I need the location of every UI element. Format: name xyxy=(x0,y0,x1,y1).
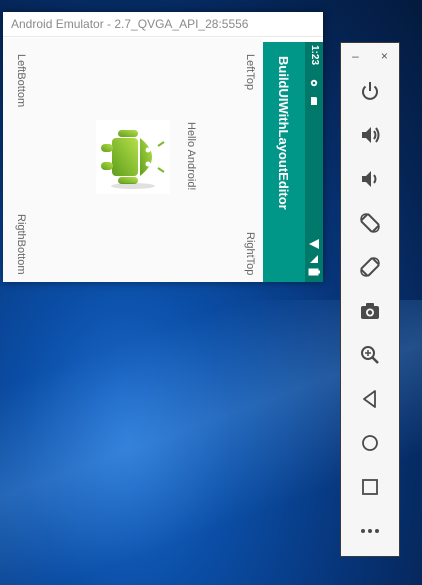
rotate-left-icon xyxy=(360,213,380,233)
screenshot-button[interactable] xyxy=(355,296,385,326)
zoom-button[interactable] xyxy=(355,340,385,370)
label-left-top: LeftTop xyxy=(244,54,256,91)
volume-down-icon xyxy=(362,171,377,187)
label-right-top: RightTop xyxy=(244,232,256,276)
emulator-control-panel: – × xyxy=(340,42,400,557)
app-toolbar: BuildUIWithLayoutEditor xyxy=(263,42,305,282)
settings-gear-icon xyxy=(310,79,318,87)
minimize-button[interactable]: – xyxy=(352,49,359,63)
back-button[interactable] xyxy=(355,384,385,414)
device-screen[interactable]: LeftBottom LeftTop Hello Android! RigthB… xyxy=(3,38,323,282)
volume-up-button[interactable] xyxy=(355,120,385,150)
more-icon xyxy=(361,529,379,533)
battery-icon xyxy=(308,268,320,276)
overview-icon xyxy=(362,479,378,495)
volume-up-icon xyxy=(362,127,380,143)
status-time: 1:23 xyxy=(309,45,320,66)
more-button[interactable] xyxy=(355,516,385,546)
overview-button[interactable] xyxy=(355,472,385,502)
camera-icon xyxy=(361,303,379,319)
app-content: LeftBottom LeftTop Hello Android! RigthB… xyxy=(3,38,263,282)
home-icon xyxy=(362,435,378,451)
rotate-right-button[interactable] xyxy=(355,252,385,282)
app-title: BuildUIWithLayoutEditor xyxy=(276,56,291,210)
zoom-icon xyxy=(361,346,379,364)
panel-window-controls: – × xyxy=(341,43,399,69)
emulator-title: Android Emulator - 2.7_QVGA_API_28:5556 xyxy=(11,17,249,31)
power-icon xyxy=(362,82,378,100)
android-robot-icon xyxy=(96,120,170,194)
close-button[interactable]: × xyxy=(381,49,388,63)
volume-down-button[interactable] xyxy=(355,164,385,194)
back-icon xyxy=(363,390,376,408)
power-button[interactable] xyxy=(355,76,385,106)
rotate-right-icon xyxy=(360,257,380,277)
label-left-bottom: LeftBottom xyxy=(15,54,27,108)
emulator-title-bar[interactable]: Android Emulator - 2.7_QVGA_API_28:5556 xyxy=(3,12,323,37)
emulator-window: Android Emulator - 2.7_QVGA_API_28:5556 … xyxy=(3,12,323,282)
wifi-icon xyxy=(309,239,319,249)
sim-card-icon xyxy=(311,97,317,105)
home-button[interactable] xyxy=(355,428,385,458)
label-hello-android: Hello Android! xyxy=(185,122,197,191)
label-rigth-bottom: RigthBottom xyxy=(15,214,27,275)
signal-icon xyxy=(310,255,318,263)
status-bar: 1:23 xyxy=(305,42,323,282)
rotate-left-button[interactable] xyxy=(355,208,385,238)
